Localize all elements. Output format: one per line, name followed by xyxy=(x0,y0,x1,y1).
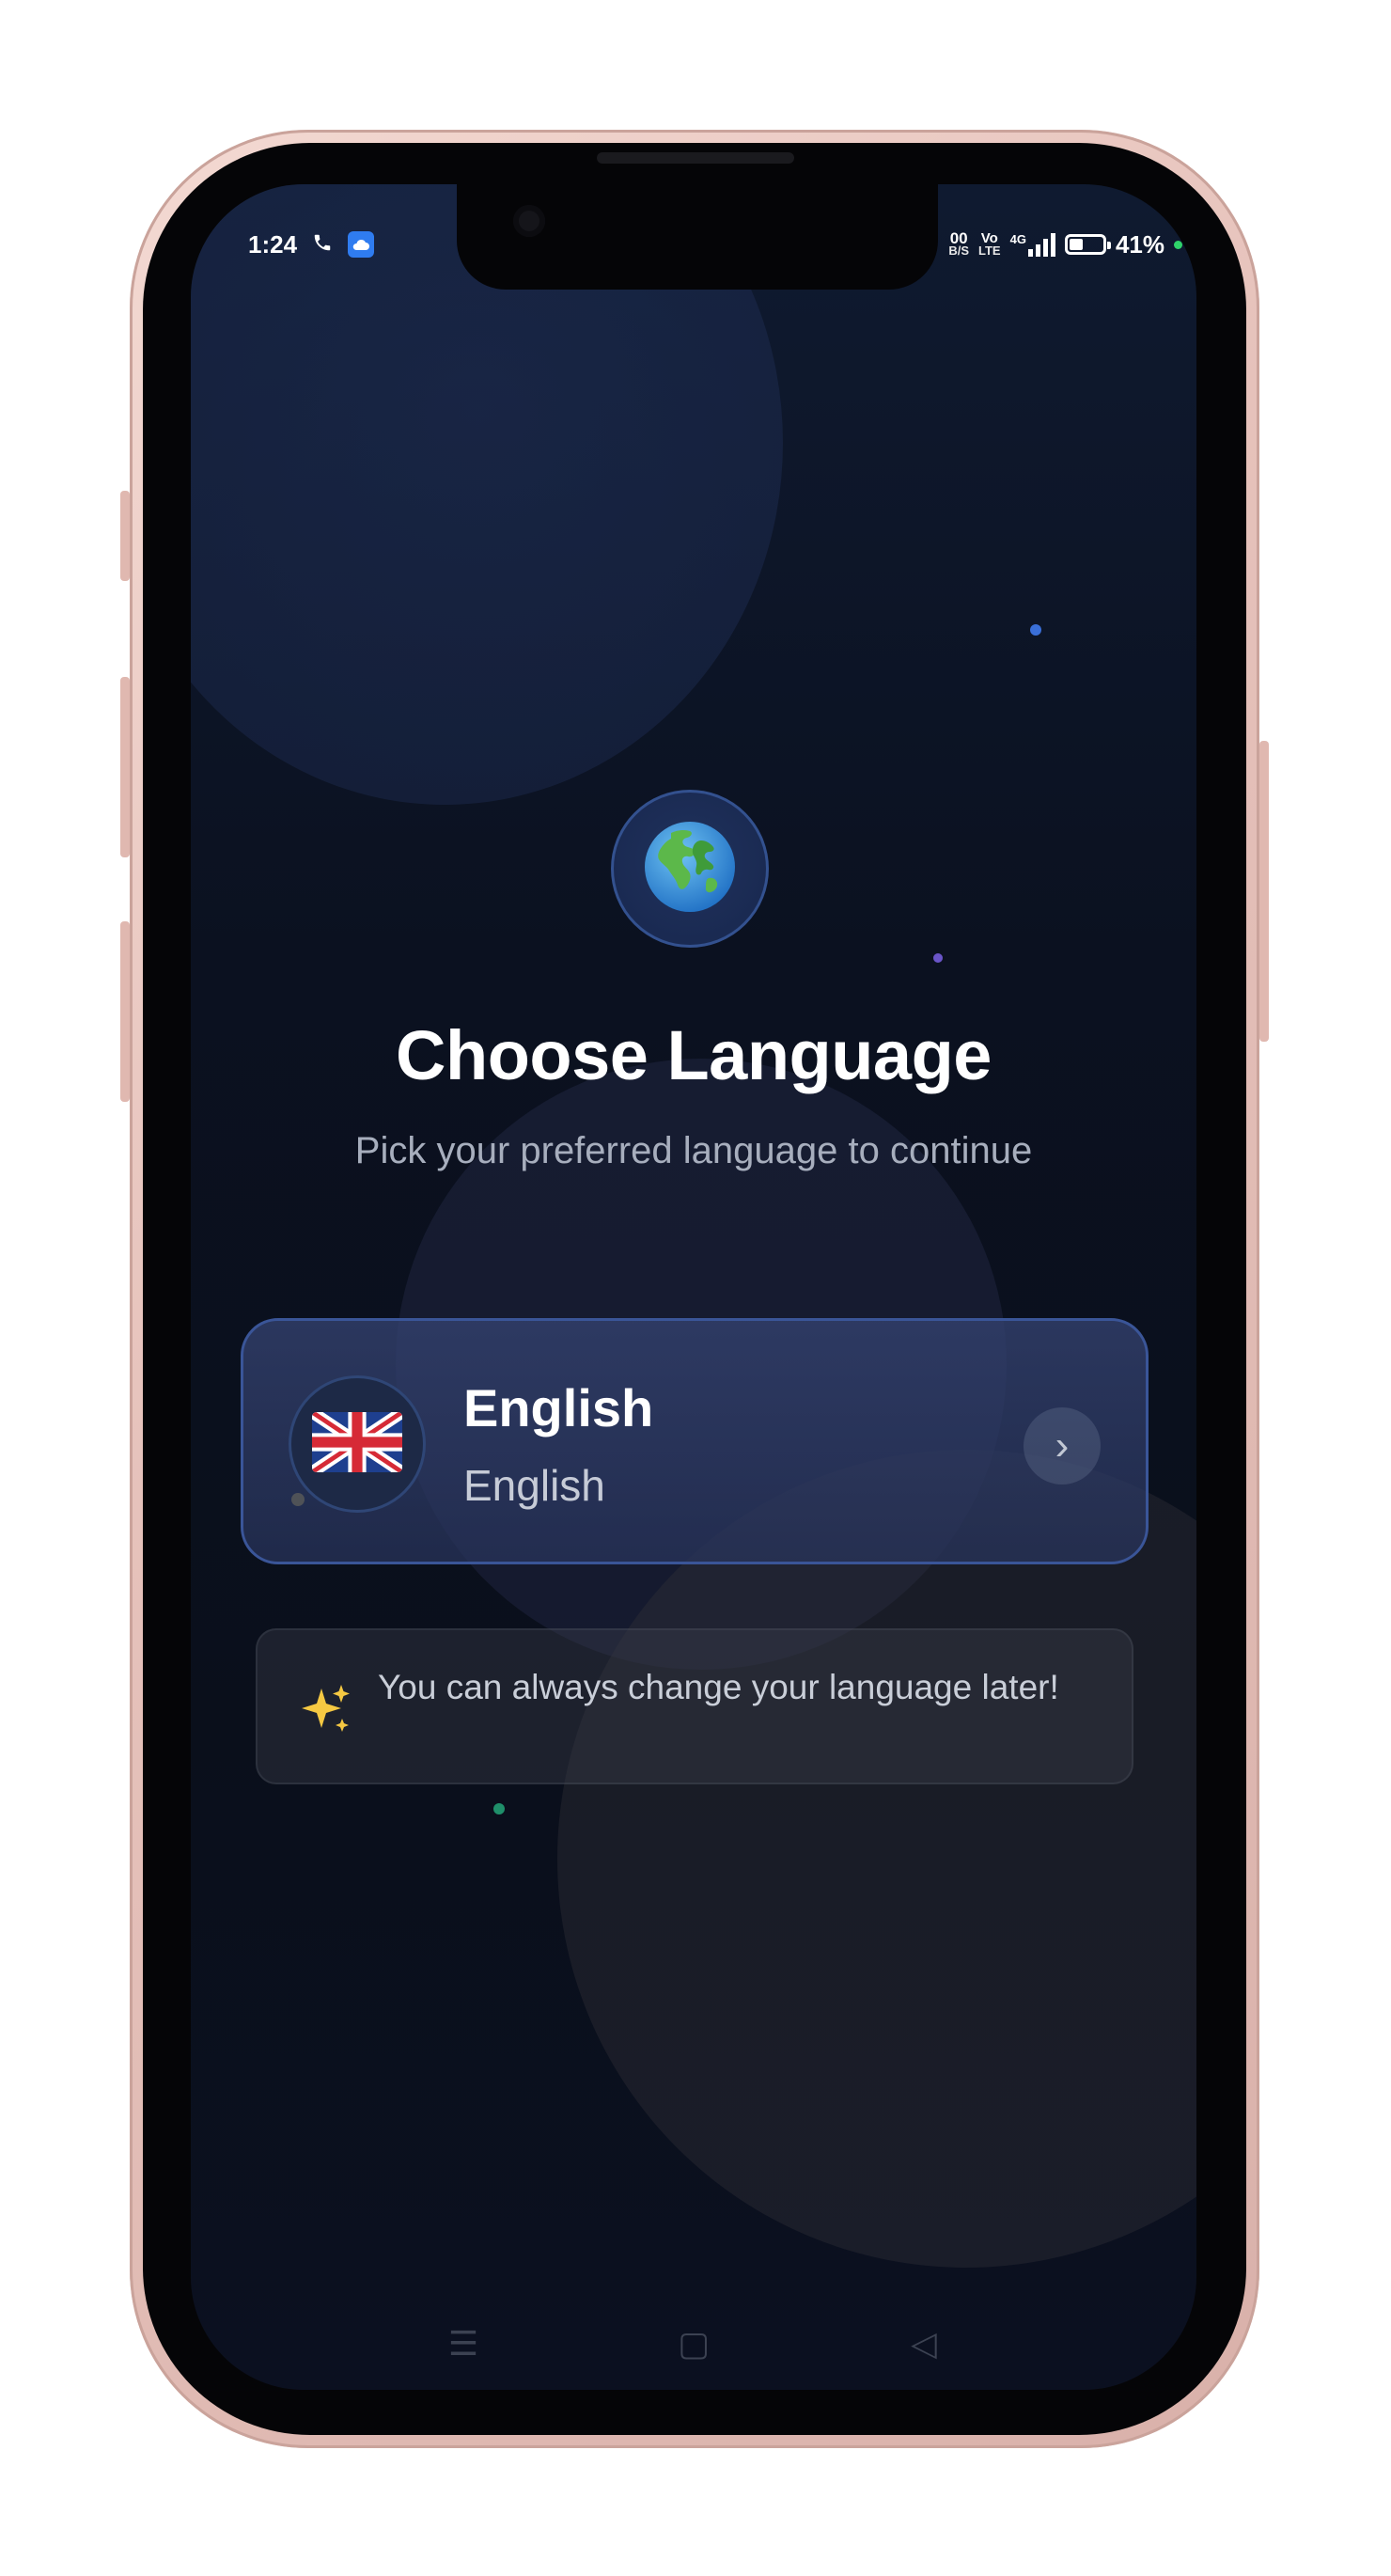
decor-dot-blue xyxy=(1030,624,1041,636)
privacy-indicator-dot xyxy=(1174,240,1182,249)
globe-badge xyxy=(611,790,769,948)
battery-icon xyxy=(1064,234,1111,255)
network-speed: 00 B/S xyxy=(948,230,970,258)
page-subtitle: Pick your preferred language to continue xyxy=(354,1130,1033,1171)
notch xyxy=(457,184,938,290)
mute-switch xyxy=(120,491,130,581)
signal-bars-icon xyxy=(1027,232,1055,257)
volte-indicator: Vo LTE xyxy=(978,231,1001,258)
menu-nav-icon[interactable]: ☰ xyxy=(435,2320,492,2367)
sparkles-icon xyxy=(299,1683,353,1746)
page: 1:24 00 B/S Vo LTE 4G 41% Choose Languag… xyxy=(0,0,1391,2576)
back-nav-icon[interactable]: ◁ xyxy=(896,2320,952,2367)
uk-flag-icon xyxy=(312,1411,402,1477)
volume-down-button xyxy=(120,921,130,1102)
network-speed-unit: B/S xyxy=(948,243,970,258)
chevron-right-icon[interactable]: › xyxy=(1024,1407,1101,1484)
globe-icon xyxy=(643,820,737,919)
power-button xyxy=(1259,741,1269,1042)
cellular-signal: 4G xyxy=(1010,232,1055,257)
decor-dot-purple xyxy=(933,953,943,963)
network-type: 4G xyxy=(1009,232,1026,246)
earpiece-speaker xyxy=(597,152,794,164)
hint-text: You can always change your language late… xyxy=(378,1668,1059,1706)
volte-bottom: LTE xyxy=(978,243,1001,258)
volume-up-button xyxy=(120,677,130,857)
app-screen xyxy=(191,184,1196,2390)
phone-icon xyxy=(312,230,333,259)
status-bar-left: 1:24 xyxy=(248,226,375,263)
page-title: Choose Language xyxy=(396,1016,992,1094)
status-time: 1:24 xyxy=(248,229,298,259)
language-option-english[interactable]: English English › xyxy=(241,1318,1149,1564)
flag-badge xyxy=(289,1375,426,1513)
hint-box: You can always change your language late… xyxy=(256,1628,1133,1784)
cloud-icon xyxy=(348,231,375,258)
decor-dot-green xyxy=(493,1803,505,1814)
language-native-name: English xyxy=(463,1461,605,1510)
system-nav-bar: ☰ ▢ ◁ xyxy=(191,2320,1196,2367)
home-nav-icon[interactable]: ▢ xyxy=(665,2320,722,2367)
status-bar-right: 00 B/S Vo LTE 4G 41% xyxy=(948,226,1182,263)
background-orb-bottom xyxy=(557,1450,1196,2268)
language-name: English xyxy=(463,1378,654,1437)
front-camera xyxy=(513,205,545,237)
battery-percent: 41% xyxy=(1115,229,1164,259)
